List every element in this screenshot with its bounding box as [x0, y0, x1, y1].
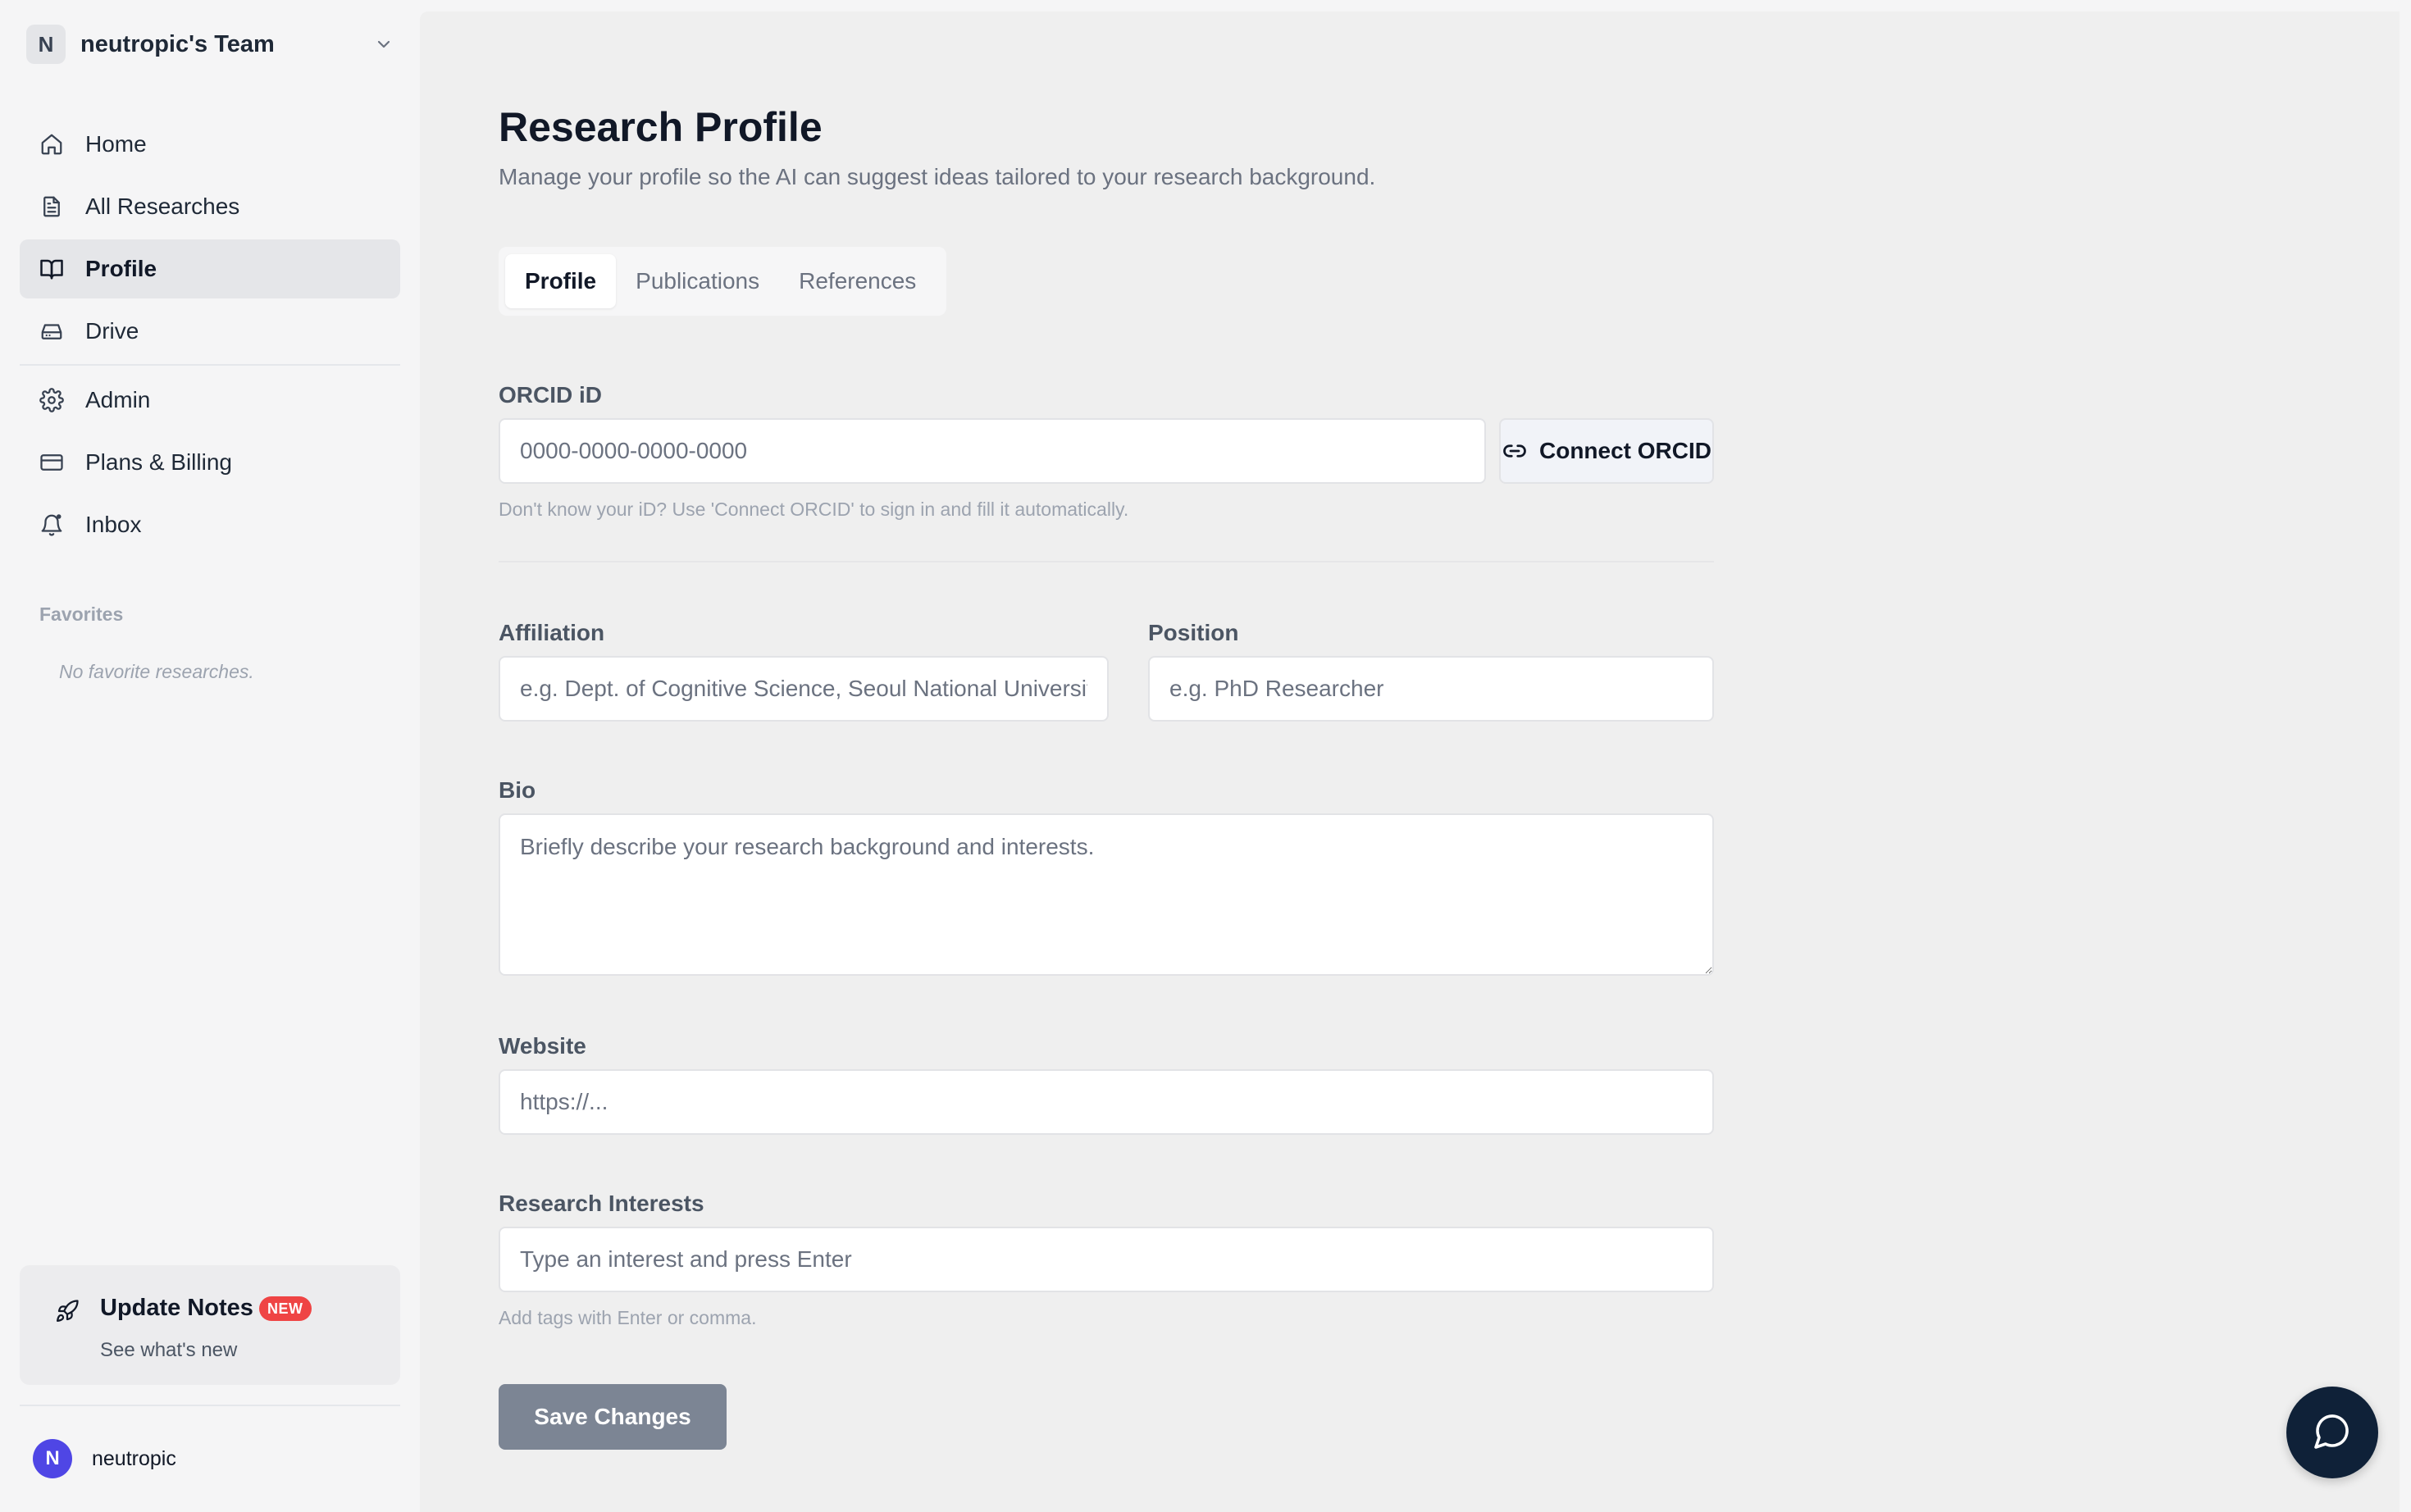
link-icon	[1502, 438, 1528, 464]
position-label: Position	[1148, 620, 1239, 645]
sidebar-item-label: Inbox	[85, 512, 142, 537]
team-avatar: N	[26, 25, 66, 64]
sidebar-item-label: All Researches	[85, 194, 240, 219]
hard-drive-icon	[38, 317, 66, 345]
connect-orcid-label: Connect ORCID	[1539, 438, 1711, 463]
rocket-icon	[49, 1293, 85, 1329]
sidebar: N neutropic's Team Home All Researches P…	[0, 0, 420, 1512]
orcid-helper: Don't know your iD? Use 'Connect ORCID' …	[499, 499, 1129, 520]
chat-bubble-icon	[2313, 1411, 2352, 1455]
affiliation-input[interactable]	[499, 656, 1109, 722]
profile-tabs: Profile Publications References	[499, 247, 946, 316]
research-interests-input[interactable]	[499, 1227, 1714, 1292]
affiliation-label: Affiliation	[499, 620, 605, 645]
position-input[interactable]	[1148, 656, 1714, 722]
tab-references[interactable]: References	[779, 254, 936, 308]
update-notes-card[interactable]: Update Notes NEW See what's new	[20, 1265, 400, 1385]
sidebar-item-label: Profile	[85, 256, 157, 281]
nav-divider	[20, 364, 400, 366]
document-icon	[38, 193, 66, 221]
orcid-input[interactable]	[499, 418, 1486, 484]
page-title: Research Profile	[499, 104, 823, 150]
page-subtitle: Manage your profile so the AI can sugges…	[499, 164, 1376, 189]
research-interests-helper: Add tags with Enter or comma.	[499, 1307, 757, 1328]
orcid-label: ORCID iD	[499, 382, 602, 408]
save-changes-button[interactable]: Save Changes	[499, 1384, 727, 1450]
update-notes-subtitle: See what's new	[100, 1339, 238, 1361]
research-interests-label: Research Interests	[499, 1191, 704, 1216]
new-badge: NEW	[259, 1296, 312, 1321]
section-divider	[499, 561, 1714, 562]
sidebar-item-label: Drive	[85, 318, 139, 344]
tab-profile[interactable]: Profile	[505, 254, 617, 308]
sidebar-item-label: Admin	[85, 387, 151, 412]
chat-button[interactable]	[2286, 1387, 2378, 1478]
sidebar-item-home[interactable]: Home	[20, 115, 400, 174]
user-menu[interactable]: N neutropic	[33, 1439, 176, 1478]
sidebar-item-label: Plans & Billing	[85, 449, 232, 475]
website-input[interactable]	[499, 1069, 1714, 1135]
sidebar-item-inbox[interactable]: Inbox	[20, 495, 400, 554]
sidebar-nav: Home All Researches Profile Drive Admin	[20, 115, 400, 558]
favorites-empty-text: No favorite researches.	[59, 661, 254, 682]
credit-card-icon	[38, 449, 66, 476]
connect-orcid-button[interactable]: Connect ORCID	[1499, 418, 1714, 484]
main-content: Research Profile Manage your profile so …	[420, 11, 2400, 1512]
team-name: neutropic's Team	[80, 30, 275, 57]
user-divider	[20, 1405, 400, 1406]
sidebar-item-all-researches[interactable]: All Researches	[20, 177, 400, 236]
home-icon	[38, 130, 66, 158]
website-label: Website	[499, 1033, 586, 1059]
user-name: neutropic	[92, 1446, 176, 1470]
bio-textarea[interactable]	[499, 813, 1714, 976]
gear-icon	[38, 386, 66, 414]
bio-label: Bio	[499, 777, 536, 803]
favorites-title: Favorites	[39, 603, 124, 625]
sidebar-item-admin[interactable]: Admin	[20, 371, 400, 430]
book-open-icon	[38, 255, 66, 283]
sidebar-item-profile[interactable]: Profile	[20, 239, 400, 298]
team-switcher[interactable]: N neutropic's Team	[26, 25, 397, 64]
tab-publications[interactable]: Publications	[616, 254, 779, 308]
sidebar-item-drive[interactable]: Drive	[20, 302, 400, 361]
update-notes-title: Update Notes	[100, 1295, 253, 1321]
chevron-down-icon[interactable]	[371, 31, 397, 57]
sidebar-item-plans-billing[interactable]: Plans & Billing	[20, 433, 400, 492]
avatar: N	[33, 1439, 72, 1478]
sidebar-item-label: Home	[85, 131, 147, 157]
bell-dot-icon	[38, 511, 66, 539]
